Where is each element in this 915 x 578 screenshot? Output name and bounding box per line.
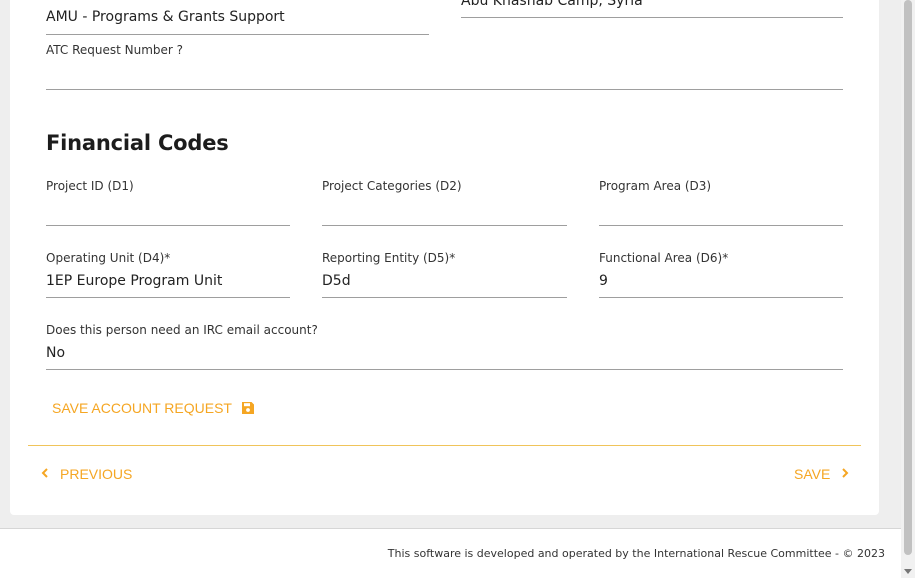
irc-email-label: Does this person need an IRC email accou… [46, 323, 318, 337]
location-field[interactable]: Abu Khashab Camp, Syria [461, 0, 843, 18]
reporting-entity-value: D5d [322, 273, 351, 289]
previous-button[interactable]: PREVIOUS [40, 466, 132, 482]
reporting-entity-field[interactable]: Reporting Entity (D5)* D5d [322, 250, 567, 298]
operating-unit-label: Operating Unit (D4)* [46, 251, 171, 265]
project-id-field[interactable]: Project ID (D1) [46, 178, 290, 226]
org-unit-field[interactable]: AMU - Programs & Grants Support [46, 0, 429, 35]
scroll-down-arrow-icon[interactable] [904, 569, 912, 574]
functional-area-label: Functional Area (D6)* [599, 251, 729, 265]
atc-request-number-field[interactable]: ATC Request Number ? [46, 42, 843, 90]
org-unit-value: AMU - Programs & Grants Support [46, 9, 285, 25]
irc-email-field[interactable]: Does this person need an IRC email accou… [46, 322, 843, 370]
scrollbar-thumb[interactable] [904, 0, 912, 555]
save-account-request-label: SAVE ACCOUNT REQUEST [52, 400, 232, 416]
program-area-label: Program Area (D3) [599, 179, 712, 193]
operating-unit-field[interactable]: Operating Unit (D4)* 1EP Europe Program … [46, 250, 290, 298]
actions-divider [28, 445, 861, 446]
project-categories-label: Project Categories (D2) [322, 179, 462, 193]
project-id-label: Project ID (D1) [46, 179, 134, 193]
operating-unit-value: 1EP Europe Program Unit [46, 273, 223, 289]
irc-email-value: No [46, 345, 66, 361]
previous-label: PREVIOUS [60, 466, 133, 482]
atc-request-number-label: ATC Request Number ? [46, 43, 184, 57]
chevron-left-icon [40, 466, 50, 482]
financial-codes-title: Financial Codes [46, 131, 229, 155]
program-area-field[interactable]: Program Area (D3) [599, 178, 843, 226]
footer-text: This software is developed and operated … [387, 547, 885, 560]
project-categories-field[interactable]: Project Categories (D2) [322, 178, 567, 226]
save-account-request-button[interactable]: SAVE ACCOUNT REQUEST [52, 400, 255, 416]
save-label: SAVE [794, 466, 831, 482]
reporting-entity-label: Reporting Entity (D5)* [322, 251, 456, 265]
functional-area-field[interactable]: Functional Area (D6)* 9 [599, 250, 843, 298]
vertical-scrollbar[interactable] [901, 0, 915, 578]
floppy-disk-icon [241, 401, 255, 415]
functional-area-value: 9 [599, 273, 608, 289]
location-value: Abu Khashab Camp, Syria [461, 0, 643, 9]
save-button[interactable]: SAVE [794, 466, 850, 482]
page-footer: This software is developed and operated … [0, 528, 901, 578]
chevron-right-icon [840, 466, 850, 482]
